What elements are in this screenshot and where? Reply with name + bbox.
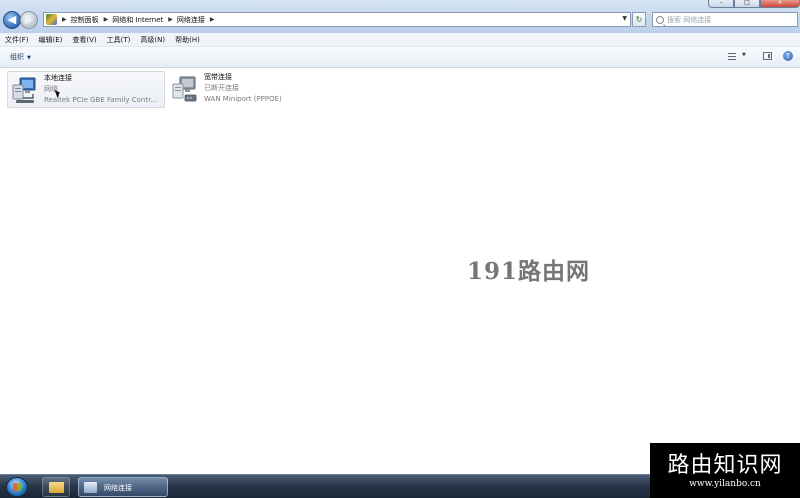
breadcrumb-control-panel[interactable]: 控制面板 [71, 15, 99, 25]
watermark-title: 路由知识网 [667, 453, 783, 478]
connection-status: 网络 [44, 85, 58, 93]
wired-network-icon [12, 77, 36, 103]
maximize-button[interactable]: □ [734, 0, 760, 8]
folder-icon [49, 482, 64, 493]
desktop-screen: – □ × ◀ ▶ ▶ 控制面板 ▶ 网络和 Internet ▶ 网络连接 ▶… [0, 0, 800, 498]
network-connections-icon [84, 482, 97, 493]
connection-details: 宽带连接 已断开连接 WAN Miniport (PPPOE) [204, 72, 282, 105]
connection-status: 已断开连接 [204, 84, 239, 92]
chevron-down-icon: ▼ [742, 52, 746, 58]
taskbar-explorer-button[interactable] [42, 477, 70, 497]
preview-pane-button[interactable] [763, 52, 772, 60]
arrow-left-icon: ◀ [7, 13, 17, 26]
connection-details: 本地连接 网络 Realtek PCIe GBE Family Contr... [44, 73, 157, 106]
start-button[interactable] [6, 477, 28, 497]
breadcrumb-network-connections[interactable]: 网络连接 [177, 15, 205, 25]
control-panel-icon [46, 14, 57, 25]
view-options-icon [728, 53, 736, 60]
chevron-right-icon: ▶ [209, 16, 215, 23]
menu-view[interactable]: 查看(V) [67, 35, 101, 45]
connection-broadband[interactable]: 宽带连接 已断开连接 WAN Miniport (PPPOE) [168, 71, 338, 108]
connections-view: 本地连接 网络 Realtek PCIe GBE Family Contr...… [0, 68, 800, 474]
window-caption: – □ × ◀ ▶ ▶ 控制面板 ▶ 网络和 Internet ▶ 网络连接 ▶… [0, 0, 800, 33]
search-placeholder: 搜索 网络连接 [667, 15, 712, 24]
menu-bar: 文件(F) 编辑(E) 查看(V) 工具(T) 高级(N) 帮助(H) [0, 33, 800, 47]
help-button[interactable]: ? [783, 51, 793, 61]
connection-device: WAN Miniport (PPPOE) [204, 95, 282, 103]
close-button[interactable]: × [760, 0, 800, 8]
watermark-text: 191路由网 [467, 258, 591, 285]
organize-button[interactable]: 组织 ▼ [10, 52, 31, 62]
chevron-right-icon: ▶ [168, 16, 173, 23]
broadband-connection-icon [172, 76, 197, 102]
organize-label: 组织 [10, 53, 24, 61]
menu-tools[interactable]: 工具(T) [102, 35, 136, 45]
taskbar-task-label: 网络连接 [104, 484, 132, 492]
refresh-icon: ↻ [635, 15, 643, 24]
menu-help[interactable]: 帮助(H) [170, 35, 205, 45]
help-icon: ? [786, 52, 790, 60]
chevron-down-icon: ▼ [27, 55, 31, 61]
change-view-button[interactable]: ▼ [728, 52, 750, 62]
chevron-right-icon: ▶ [103, 16, 109, 23]
connection-name: 本地连接 [44, 74, 72, 82]
connection-name: 宽带连接 [204, 73, 232, 81]
refresh-button[interactable]: ↻ [632, 12, 646, 27]
chevron-right-icon: ▶ [62, 16, 67, 23]
menu-advanced[interactable]: 高级(N) [135, 35, 170, 45]
watermark-url: www.yilanbo.cn [689, 479, 761, 489]
menu-file[interactable]: 文件(F) [0, 35, 34, 45]
taskbar-network-connections[interactable]: 网络连接 [78, 477, 168, 497]
search-input[interactable]: 搜索 网络连接 [652, 12, 798, 27]
command-toolbar: 组织 ▼ ▼ ? [0, 47, 800, 68]
connection-local-area[interactable]: 本地连接 网络 Realtek PCIe GBE Family Contr... [7, 71, 165, 108]
minimize-button[interactable]: – [708, 0, 734, 8]
breadcrumb-network-internet[interactable]: 网络和 Internet [112, 15, 163, 25]
watermark-box: 路由知识网 www.yilanbo.cn [650, 443, 800, 498]
chevron-down-icon[interactable]: ▼ [622, 15, 627, 22]
back-button[interactable]: ◀ [3, 11, 21, 29]
window-controls: – □ × [708, 0, 800, 8]
menu-edit[interactable]: 编辑(E) [34, 35, 68, 45]
arrow-right-icon: ▶ [24, 13, 34, 26]
search-icon [656, 15, 664, 24]
address-bar[interactable]: ▶ 控制面板 ▶ 网络和 Internet ▶ 网络连接 ▶ ▼ [43, 12, 631, 27]
forward-button[interactable]: ▶ [20, 11, 38, 29]
